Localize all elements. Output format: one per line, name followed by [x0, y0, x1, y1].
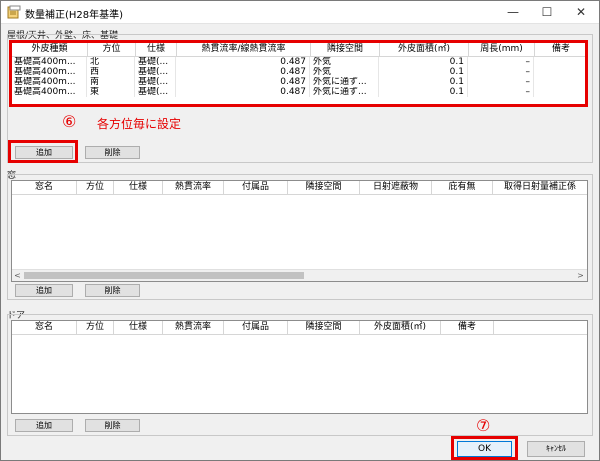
- quantity-correction-dialog: 数量補正(H28年基準) — ☐ ✕ 屋根/天井、外壁、床、基礎 外皮種類 方位…: [0, 0, 600, 461]
- column-header[interactable]: 付属品: [224, 181, 288, 194]
- door-grid[interactable]: 窓名 方位 仕様 熱貫流率 付属品 隣接空間 外皮面積(㎡) 備考: [11, 320, 588, 414]
- column-header[interactable]: 隣接空間: [288, 321, 360, 334]
- column-header[interactable]: 庇有無: [432, 181, 493, 194]
- column-header[interactable]: 仕様: [114, 321, 163, 334]
- title-bar: 数量補正(H28年基準) — ☐ ✕: [1, 1, 599, 24]
- annotation-highlight-add: [8, 140, 78, 163]
- window-grid-header: 窓名 方位 仕様 熱貫流率 付属品 隣接空間 日射遮蔽物 庇有無 取得日射量補正…: [12, 181, 587, 195]
- roof-delete-button[interactable]: 削除: [85, 146, 140, 159]
- column-header[interactable]: 取得日射量補正係: [493, 181, 587, 194]
- window-delete-button[interactable]: 削除: [85, 284, 140, 297]
- scroll-thumb[interactable]: [24, 272, 304, 279]
- window-title: 数量補正(H28年基準): [25, 10, 124, 21]
- maximize-button[interactable]: ☐: [537, 4, 557, 20]
- scroll-left-icon[interactable]: <: [12, 270, 23, 281]
- window-grid-hscrollbar[interactable]: < >: [12, 269, 587, 281]
- annotation-highlight-ok: [451, 436, 518, 460]
- door-add-button[interactable]: 追加: [15, 419, 73, 432]
- column-header[interactable]: 熱貫流率: [163, 181, 224, 194]
- column-header[interactable]: 日射遮蔽物: [360, 181, 432, 194]
- door-delete-button[interactable]: 削除: [85, 419, 140, 432]
- close-button[interactable]: ✕: [571, 4, 591, 20]
- column-header[interactable]: 窓名: [12, 181, 77, 194]
- window-grid[interactable]: 窓名 方位 仕様 熱貫流率 付属品 隣接空間 日射遮蔽物 庇有無 取得日射量補正…: [11, 180, 588, 282]
- annotation-marker-6: ⑥: [62, 112, 77, 131]
- annotation-highlight-grid: [9, 40, 588, 107]
- app-icon: [7, 5, 21, 19]
- column-header[interactable]: 隣接空間: [288, 181, 360, 194]
- minimize-button[interactable]: —: [503, 4, 523, 20]
- window-add-button[interactable]: 追加: [15, 284, 73, 297]
- column-header[interactable]: 方位: [77, 181, 114, 194]
- column-header[interactable]: 外皮面積(㎡): [360, 321, 441, 334]
- scroll-right-icon[interactable]: >: [575, 270, 586, 281]
- column-header[interactable]: 窓名: [12, 321, 77, 334]
- column-header[interactable]: 仕様: [114, 181, 163, 194]
- column-header[interactable]: 熱貫流率: [163, 321, 224, 334]
- column-header[interactable]: 付属品: [224, 321, 288, 334]
- door-grid-header: 窓名 方位 仕様 熱貫流率 付属品 隣接空間 外皮面積(㎡) 備考: [12, 321, 587, 335]
- annotation-note: 各方位毎に設定: [97, 117, 182, 131]
- column-header[interactable]: 備考: [441, 321, 494, 334]
- cancel-button[interactable]: ｷｬﾝｾﾙ: [527, 441, 585, 457]
- annotation-marker-7: ⑦: [476, 416, 491, 435]
- column-header[interactable]: 方位: [77, 321, 114, 334]
